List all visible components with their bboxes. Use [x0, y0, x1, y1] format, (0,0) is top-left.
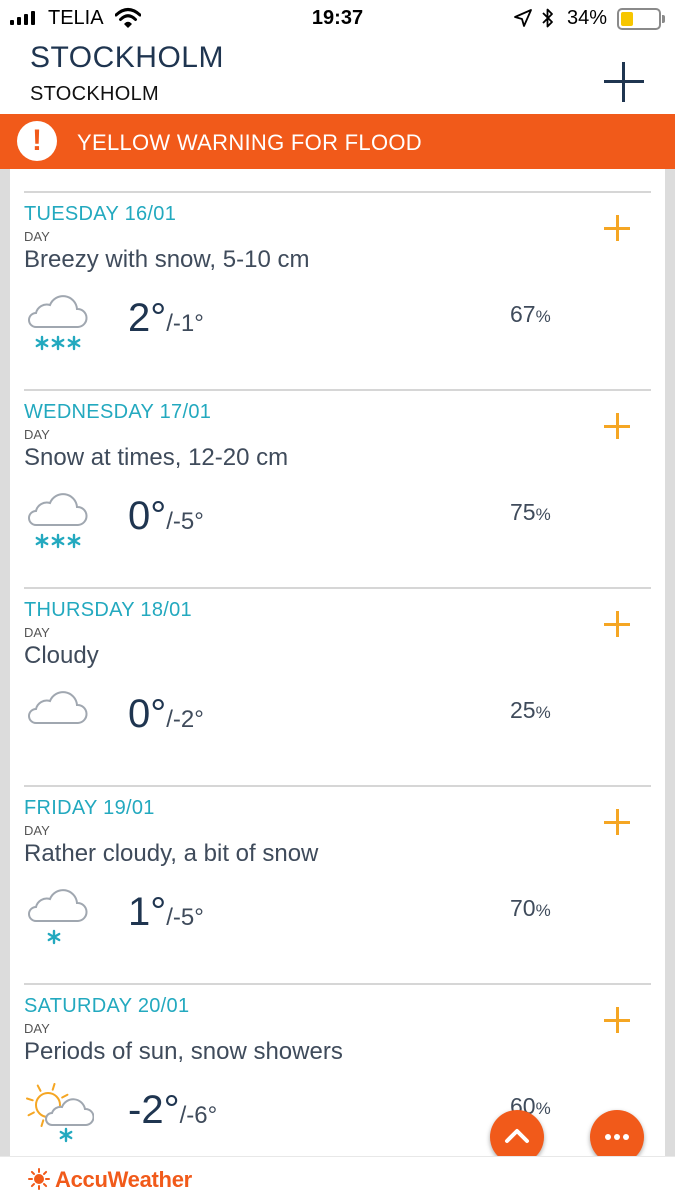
bluetooth-icon [541, 7, 555, 34]
sun-cloud-snow-icon [25, 1083, 94, 1143]
temperature: -2°/-6° [128, 1088, 217, 1133]
forecast-date: SATURDAY 20/01 [24, 995, 190, 1017]
precip-unit: % [535, 307, 551, 326]
precip-value: 67 [510, 301, 536, 327]
forecast-date: FRIDAY 19/01 [24, 797, 155, 819]
precipitation-probability: 75% [510, 499, 551, 526]
low-temperature: /-1° [166, 310, 204, 337]
precip-value: 75 [510, 499, 536, 525]
forecast-date: TUESDAY 16/01 [24, 203, 177, 225]
footer: AccuWeather [0, 1156, 675, 1200]
forecast-period: DAY [24, 625, 50, 640]
low-temperature: /-5° [166, 904, 204, 931]
forecast-period: DAY [24, 229, 50, 244]
forecast-period: DAY [24, 1021, 50, 1036]
expand-plus-icon[interactable] [604, 215, 630, 241]
expand-plus-icon[interactable] [604, 611, 630, 637]
precip-value: 70 [510, 895, 536, 921]
precipitation-probability: 67% [510, 301, 551, 328]
temperature: 2°/-1° [128, 296, 204, 341]
location-header: STOCKHOLM STOCKHOLM [0, 38, 675, 114]
expand-plus-icon[interactable] [604, 1007, 630, 1033]
expand-plus-icon[interactable] [604, 413, 630, 439]
forecast-phrase: Breezy with snow, 5-10 cm [24, 246, 310, 273]
forecast-period: DAY [24, 823, 50, 838]
battery-percentage: 34% [567, 7, 608, 29]
accuweather-brand[interactable]: AccuWeather [55, 1167, 192, 1193]
temperature: 0°/-2° [128, 692, 204, 737]
forecast-day-card[interactable]: FRIDAY 19/01 DAY Rather cloudy, a bit of s… [24, 785, 651, 983]
precip-unit: % [535, 505, 551, 524]
precip-value: 25 [510, 697, 536, 723]
precip-unit: % [535, 901, 551, 920]
precip-unit: % [535, 703, 551, 722]
precipitation-probability: 25% [510, 697, 551, 724]
forecast-phrase: Snow at times, 12-20 cm [24, 444, 289, 471]
forecast-phrase: Cloudy [24, 642, 99, 669]
low-temperature: /-2° [166, 706, 204, 733]
high-temperature: -2° [128, 1088, 180, 1132]
low-temperature: /-5° [166, 508, 204, 535]
cloud-snow-icon [28, 493, 88, 549]
forecast-panel: TUESDAY 16/01 DAY Breezy with snow, 5-10 c… [10, 169, 665, 1156]
forecast-day-card[interactable]: TUESDAY 16/01 DAY Breezy with snow, 5-10 c… [24, 191, 651, 389]
temperature: 1°/-5° [128, 890, 204, 935]
warning-text: YELLOW WARNING FOR FLOOD [77, 130, 422, 155]
forecast-date: WEDNESDAY 17/01 [24, 401, 212, 423]
high-temperature: 2° [128, 296, 167, 340]
daily-forecast-list[interactable]: TUESDAY 16/01 DAY Breezy with snow, 5-10 c… [0, 169, 675, 1156]
forecast-phrase: Periods of sun, snow showers [24, 1038, 343, 1065]
accuweather-sun-logo-icon [28, 1168, 50, 1190]
forecast-date: THURSDAY 18/01 [24, 599, 192, 621]
forecast-day-card[interactable]: THURSDAY 18/01 DAY Cloudy 0°/-2° 25% [24, 587, 651, 785]
weather-warning-banner[interactable]: ! YELLOW WARNING FOR FLOOD [0, 114, 675, 169]
region-name: STOCKHOLM [30, 83, 160, 105]
low-temperature: /-6° [179, 1102, 218, 1129]
high-temperature: 0° [128, 692, 167, 736]
exclamation-icon: ! [17, 121, 57, 161]
forecast-phrase: Rather cloudy, a bit of snow [24, 840, 319, 867]
forecast-day-card[interactable]: SATURDAY 20/01 DAY Periods of sun, snow sh… [24, 983, 651, 1156]
location-services-icon [513, 8, 533, 33]
add-location-plus-icon[interactable] [604, 62, 644, 102]
status-bar: TELIA 19:37 34% [0, 0, 675, 38]
forecast-period: DAY [24, 427, 50, 442]
precipitation-probability: 70% [510, 895, 551, 922]
cloud-light-snow-icon [28, 889, 88, 945]
high-temperature: 0° [128, 494, 167, 538]
temperature: 0°/-5° [128, 494, 204, 539]
forecast-day-card[interactable]: WEDNESDAY 17/01 DAY Snow at times, 12-20 c… [24, 389, 651, 587]
city-name[interactable]: STOCKHOLM [30, 41, 224, 75]
cloud-icon [28, 691, 88, 724]
cloud-snow-icon [28, 295, 88, 351]
high-temperature: 1° [128, 890, 167, 934]
expand-plus-icon[interactable] [604, 809, 630, 835]
battery-icon [617, 8, 665, 30]
battery-level [621, 12, 633, 26]
